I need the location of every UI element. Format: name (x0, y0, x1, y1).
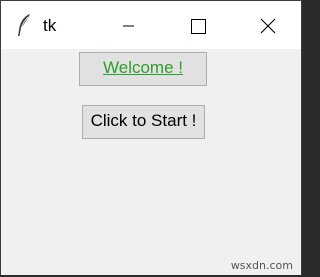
close-icon (260, 18, 276, 34)
maximize-button[interactable] (174, 1, 220, 49)
maximize-icon (191, 19, 206, 34)
app-window: tk Welcome ! Click to Start ! wsxdn.com (0, 0, 302, 275)
close-button[interactable] (245, 1, 291, 49)
minimize-icon (123, 25, 134, 27)
watermark-text: wsxdn.com (230, 259, 293, 272)
minimize-button[interactable] (105, 1, 151, 49)
welcome-button[interactable]: Welcome ! (79, 52, 207, 86)
window-title: tk (43, 16, 57, 35)
start-button[interactable]: Click to Start ! (82, 105, 205, 139)
feather-icon (15, 13, 33, 37)
client-area: Welcome ! Click to Start ! wsxdn.com (1, 49, 301, 275)
title-bar[interactable]: tk (1, 1, 301, 49)
